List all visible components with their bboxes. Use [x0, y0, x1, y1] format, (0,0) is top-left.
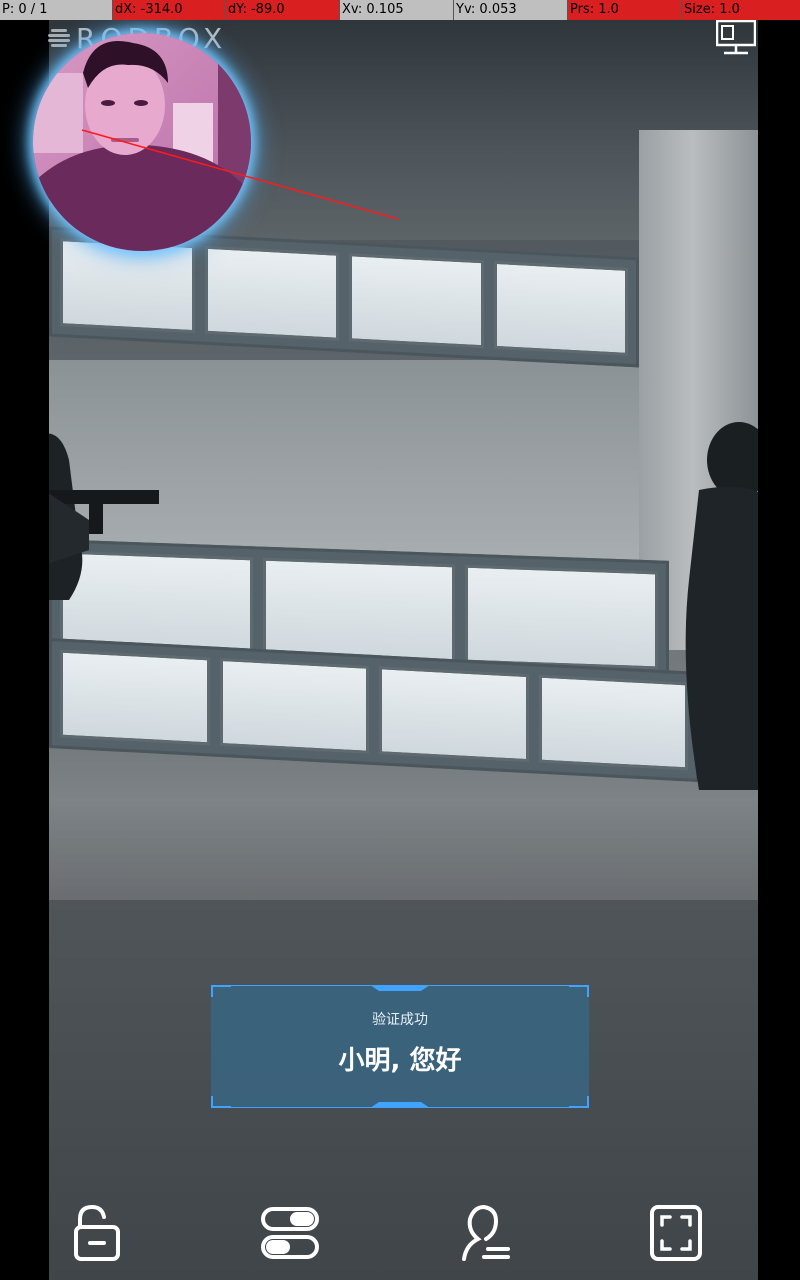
size-readout: Size: 1.0	[682, 0, 800, 20]
delta-x-readout: dX: -314.0	[113, 0, 226, 20]
pointer-debug-bar: P: 0 / 1 dX: -314.0 dY: -89.0 Xv: 0.105 …	[0, 0, 800, 20]
verification-status: 验证成功	[372, 1012, 428, 1028]
user-signature-icon	[462, 1204, 510, 1261]
toggle-mode-button[interactable]	[260, 1203, 320, 1263]
toggle-switch-icon	[261, 1207, 319, 1259]
unlock-button[interactable]	[66, 1203, 126, 1263]
pointer-count: P: 0 / 1	[0, 0, 113, 20]
greeting-text: 小明, 您好	[338, 1046, 462, 1076]
brand-mark-icon	[48, 29, 70, 47]
scene-figure-right	[685, 422, 758, 790]
y-velocity-readout: Yv: 0.053	[454, 0, 568, 20]
delta-y-readout: dY: -89.0	[226, 0, 340, 20]
scene-figure-left	[49, 433, 159, 600]
pressure-readout: Prs: 1.0	[568, 0, 682, 20]
fullscreen-button[interactable]	[646, 1203, 706, 1263]
face-preview-image	[33, 33, 251, 251]
network-display-icon[interactable]	[715, 19, 757, 56]
fullscreen-icon	[650, 1205, 702, 1261]
unlock-icon	[74, 1204, 120, 1261]
x-velocity-readout: Xv: 0.105	[340, 0, 454, 20]
verification-result-panel: 验证成功 小明, 您好	[211, 985, 589, 1108]
face-preview	[33, 33, 251, 251]
user-signature-button[interactable]	[454, 1203, 514, 1263]
